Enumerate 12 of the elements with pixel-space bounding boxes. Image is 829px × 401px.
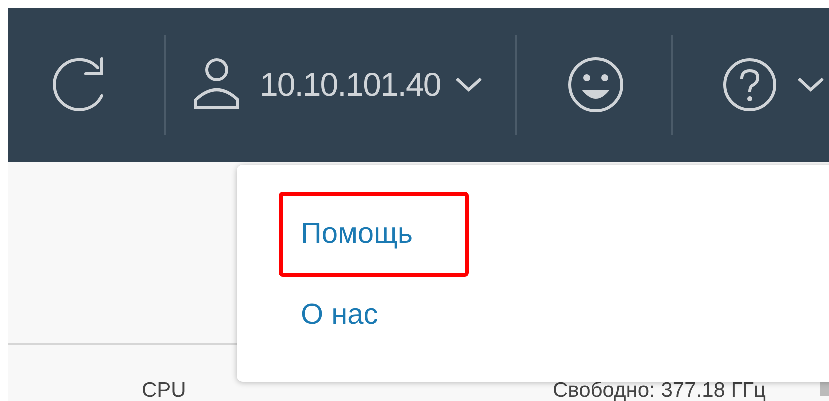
help-icon [722,58,777,112]
smiley-icon[interactable] [566,56,625,114]
chevron-down-icon [796,77,825,93]
column-label: CPU [142,380,186,401]
help-menu-button[interactable] [722,58,825,112]
menu-item[interactable]: О нас [279,287,400,344]
menu-item[interactable]: Помощь [279,192,469,277]
user-icon [194,58,240,112]
chevron-down-icon [454,77,483,93]
user-menu-button[interactable]: 10.10.101.40 [194,58,483,112]
free-capacity-text: Свободно: 377.18 ГГц [553,380,766,401]
refresh-icon[interactable] [50,56,106,114]
